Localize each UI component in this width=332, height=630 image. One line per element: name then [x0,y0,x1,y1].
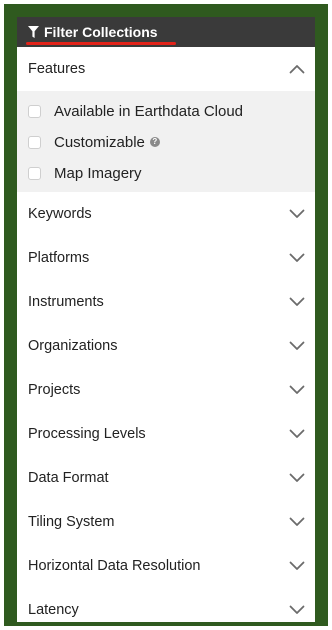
section-label: Tiling System [28,514,115,530]
chevron-down-icon [289,341,305,351]
feature-label: Map Imagery [54,165,142,182]
section-label: Horizontal Data Resolution [28,558,201,574]
feature-item-customizable[interactable]: Customizable ? [17,127,315,158]
checkbox[interactable] [28,136,41,149]
chevron-down-icon [289,429,305,439]
section-projects[interactable]: Projects [17,368,315,412]
chevron-down-icon [289,561,305,571]
section-label: Instruments [28,294,104,310]
panel-title-text: Filter Collections [44,24,158,40]
section-processing-levels[interactable]: Processing Levels [17,412,315,456]
section-keywords[interactable]: Keywords [17,192,315,236]
section-label: Features [28,61,86,77]
filter-collections-panel: Filter Collections Features Available in… [17,17,315,622]
section-features[interactable]: Features [17,47,315,91]
section-tiling-system[interactable]: Tiling System [17,500,315,544]
checkbox[interactable] [28,167,41,180]
feature-item-map-imagery[interactable]: Map Imagery [17,158,315,189]
help-icon[interactable]: ? [149,136,160,147]
section-data-format[interactable]: Data Format [17,456,315,500]
section-platforms[interactable]: Platforms [17,236,315,280]
chevron-up-icon [289,64,305,74]
checkbox[interactable] [28,105,41,118]
chevron-down-icon [289,605,305,615]
feature-item-earthdata-cloud[interactable]: Available in Earthdata Cloud [17,96,315,127]
chevron-down-icon [289,209,305,219]
section-label: Processing Levels [28,426,146,442]
chevron-down-icon [289,385,305,395]
chevron-down-icon [289,473,305,483]
feature-label: Available in Earthdata Cloud [54,103,244,120]
section-horizontal-data-resolution[interactable]: Horizontal Data Resolution [17,544,315,588]
section-label: Latency [28,602,79,618]
section-latency[interactable]: Latency [17,588,315,622]
section-label: Projects [28,382,81,398]
panel-title: Filter Collections [28,24,158,40]
section-label: Organizations [28,338,118,354]
chevron-down-icon [289,253,305,263]
features-list: Available in Earthdata Cloud Customizabl… [17,91,315,192]
section-label: Keywords [28,206,92,222]
section-organizations[interactable]: Organizations [17,324,315,368]
filter-icon [28,26,39,38]
section-label: Data Format [28,470,109,486]
panel-header: Filter Collections [17,17,315,47]
section-label: Platforms [28,250,90,266]
title-underline [26,42,176,45]
chevron-down-icon [289,517,305,527]
screenshot-frame: Filter Collections Features Available in… [0,0,332,630]
chevron-down-icon [289,297,305,307]
feature-label: Customizable [54,134,145,151]
section-instruments[interactable]: Instruments [17,280,315,324]
